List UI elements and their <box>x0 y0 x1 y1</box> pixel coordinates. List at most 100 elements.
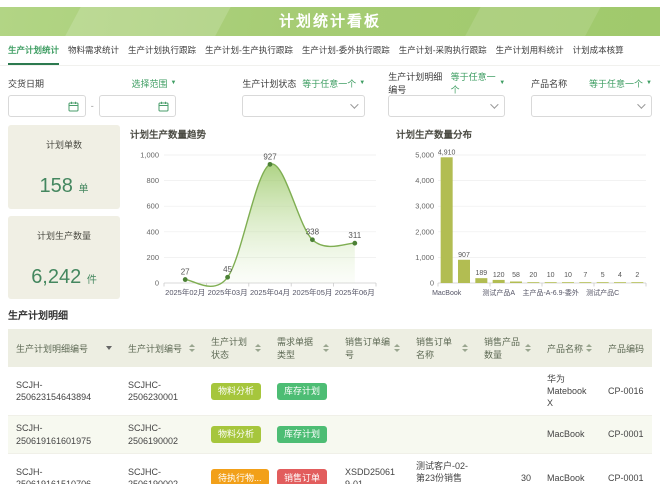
distribution-chart: 01,0002,0003,0004,0005,0004,910907189120… <box>394 143 652 309</box>
calendar-icon <box>158 101 169 112</box>
tab-5[interactable]: 生产计划-采购执行跟踪 <box>399 36 487 65</box>
date-range-mode-button[interactable]: 选择范围▼ <box>131 77 176 90</box>
tab-1[interactable]: 物料需求统计 <box>68 36 119 65</box>
end-date-input[interactable] <box>99 95 177 117</box>
sort-icon[interactable] <box>462 344 468 352</box>
bar <box>545 282 557 283</box>
table-row[interactable]: SCJH-250619161510706SCJHC-2506190002待执行物… <box>8 453 652 484</box>
sort-icon[interactable] <box>255 344 261 352</box>
cell-detail-no: SCJH-250619161510706 <box>8 453 120 484</box>
svg-text:4,000: 4,000 <box>415 176 434 185</box>
start-date-input[interactable] <box>8 95 86 117</box>
bar <box>562 282 574 283</box>
filter-label-delivery-date: 交货日期 <box>8 77 44 90</box>
svg-text:1,000: 1,000 <box>140 151 159 160</box>
status-badge: 物料分析 <box>211 426 261 443</box>
column-label: 销售产品数量 <box>484 335 523 361</box>
plan-detail-table: 生产计划明细编号 生产计划编号 生产计划状态需求单据类型销售订单编号销售订单名称销售… <box>8 329 652 484</box>
svg-text:MacBook: MacBook <box>432 290 462 297</box>
tab-2[interactable]: 生产计划执行跟踪 <box>128 36 196 65</box>
calendar-icon <box>68 101 79 112</box>
product-name-select[interactable] <box>531 95 652 117</box>
plan-status-mode-button[interactable]: 等于任意一个▼ <box>302 77 365 90</box>
tab-4[interactable]: 生产计划-委外执行跟踪 <box>302 36 390 65</box>
sort-icon[interactable] <box>394 344 400 352</box>
sort-icon[interactable] <box>323 344 329 352</box>
column-label: 销售订单编号 <box>345 335 392 361</box>
svg-text:45: 45 <box>223 265 232 274</box>
sort-icon[interactable] <box>586 344 592 352</box>
tab-3[interactable]: 生产计划-生产执行跟踪 <box>205 36 293 65</box>
distribution-chart-title: 计划生产数量分布 <box>394 125 652 143</box>
svg-text:2025年03月: 2025年03月 <box>208 287 248 297</box>
svg-text:1,000: 1,000 <box>415 253 434 262</box>
caret-down-icon[interactable] <box>106 346 112 350</box>
doc-type-badge: 库存计划 <box>277 383 327 400</box>
column-label: 产品名称 <box>547 342 583 355</box>
cell-status: 待执行物... <box>203 453 269 484</box>
sort-icon[interactable] <box>525 344 531 352</box>
cell-plan-no: SCJHC-2506190002 <box>120 416 203 453</box>
page-header: 计划统计看板 <box>0 7 660 36</box>
stat-title: 计划生产数量 <box>8 229 120 242</box>
column-header-2[interactable]: 生产计划状态 <box>203 329 269 367</box>
cell-plan-no: SCJHC-2506190002 <box>120 453 203 484</box>
column-header-6[interactable]: 销售产品数量 <box>476 329 539 367</box>
caret-down-icon: ▼ <box>170 80 176 86</box>
cell-qty <box>476 416 539 453</box>
svg-text:400: 400 <box>146 227 159 236</box>
caret-down-icon: ▼ <box>359 80 365 86</box>
tab-0[interactable]: 生产计划统计 <box>8 36 59 65</box>
chevron-down-icon <box>637 100 645 108</box>
plan-detail-no-select[interactable] <box>388 95 505 117</box>
bar <box>597 282 609 283</box>
caret-down-icon: ▼ <box>499 80 505 86</box>
table-row[interactable]: SCJH-250619161601975SCJHC-2506190002物料分析… <box>8 416 652 453</box>
plan-status-select[interactable] <box>242 95 365 117</box>
cell-order-name <box>408 367 476 416</box>
column-header-8[interactable]: 产品编码 <box>600 329 652 367</box>
column-header-5[interactable]: 销售订单名称 <box>408 329 476 367</box>
svg-text:338: 338 <box>306 228 320 237</box>
filter-delivery-date: 交货日期 选择范围▼ - <box>8 76 176 117</box>
svg-text:0: 0 <box>155 279 159 288</box>
tab-7[interactable]: 计划成本核算 <box>573 36 624 65</box>
column-header-3[interactable]: 需求单据类型 <box>269 329 337 367</box>
data-point <box>352 241 357 246</box>
tab-bar: 生产计划统计物料需求统计生产计划执行跟踪生产计划-生产执行跟踪生产计划-委外执行… <box>0 36 660 66</box>
column-header-0[interactable]: 生产计划明细编号 <box>8 329 120 367</box>
cell-product: 华为Matebook X <box>539 367 600 416</box>
cell-code: CP-0001 <box>600 453 652 484</box>
svg-text:4,910: 4,910 <box>438 149 456 156</box>
date-range-separator: - <box>91 101 94 111</box>
svg-text:189: 189 <box>475 270 487 277</box>
table-row[interactable]: SCJH-250623154643894SCJHC-2506230001物料分析… <box>8 367 652 416</box>
column-label: 生产计划编号 <box>128 342 182 355</box>
data-point <box>183 277 188 282</box>
product-name-mode-button[interactable]: 等于任意一个▼ <box>589 77 652 90</box>
cell-order-no <box>337 367 408 416</box>
svg-text:58: 58 <box>512 272 520 279</box>
sort-icon[interactable] <box>189 344 195 352</box>
column-header-7[interactable]: 产品名称 <box>539 329 600 367</box>
distribution-chart-card: 计划生产数量分布 01,0002,0003,0004,0005,0004,910… <box>394 125 652 299</box>
cell-plan-no: SCJHC-2506230001 <box>120 367 203 416</box>
column-header-4[interactable]: 销售订单编号 <box>337 329 408 367</box>
filter-bar: 交货日期 选择范围▼ - <box>0 66 660 117</box>
doc-type-badge: 库存计划 <box>277 426 327 443</box>
svg-text:10: 10 <box>547 272 555 279</box>
svg-text:2,000: 2,000 <box>415 227 434 236</box>
bar <box>614 282 626 283</box>
column-label: 需求单据类型 <box>277 335 321 361</box>
svg-text:907: 907 <box>458 252 470 259</box>
plan-detail-no-mode-button[interactable]: 等于任意一个▼ <box>451 70 506 96</box>
svg-text:200: 200 <box>146 253 159 262</box>
svg-text:927: 927 <box>263 152 277 161</box>
bar <box>527 282 539 283</box>
column-header-1[interactable]: 生产计划编号 <box>120 329 203 367</box>
cell-qty <box>476 367 539 416</box>
column-label: 生产计划明细编号 <box>16 342 88 355</box>
plan-detail-section: 生产计划明细 生产计划明细编号生产计划编号生产计划状态需求单据类型销售订单编号销… <box>0 299 660 484</box>
tab-6[interactable]: 生产计划用料统计 <box>496 36 564 65</box>
cell-status: 物料分析 <box>203 367 269 416</box>
